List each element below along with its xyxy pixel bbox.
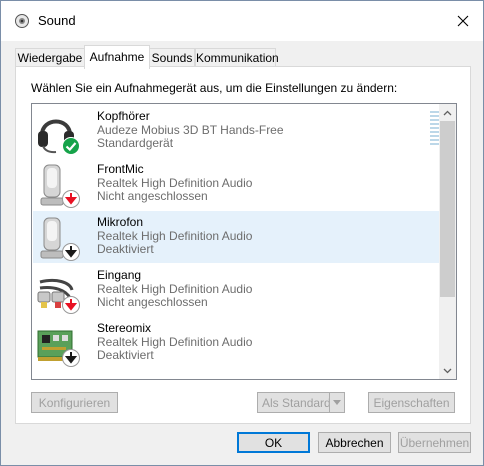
device-description: Realtek High Definition Audio — [97, 335, 253, 349]
device-name: Eingang — [97, 268, 142, 282]
chevron-down-icon — [443, 368, 452, 373]
scroll-thumb[interactable] — [440, 121, 455, 297]
instructions-text: Wählen Sie ein Aufnahmegerät aus, um die… — [31, 81, 398, 95]
tab-sounds[interactable]: Sounds — [149, 48, 195, 68]
speaker-icon — [15, 14, 29, 28]
device-name: FrontMic — [97, 162, 144, 176]
scroll-down-button[interactable] — [439, 362, 456, 379]
device-name: Stereomix — [97, 321, 152, 335]
device-description: Audeze Mobius 3D BT Hands-Free — [97, 123, 284, 137]
list-item[interactable]: Mikrofon Realtek High Definition Audio D… — [33, 211, 439, 263]
device-list[interactable]: Kopfhörer Audeze Mobius 3D BT Hands-Free… — [31, 103, 457, 380]
chevron-up-icon — [443, 110, 452, 115]
device-status: Nicht angeschlossen — [97, 189, 208, 203]
disabled-arrow-icon — [62, 243, 80, 261]
ok-button[interactable]: OK — [237, 432, 310, 453]
set-default-dropdown[interactable] — [329, 393, 344, 412]
device-description: Realtek High Definition Audio — [97, 229, 253, 243]
disabled-arrow-icon — [62, 349, 80, 367]
cancel-button[interactable]: Abbrechen — [318, 432, 391, 453]
check-icon — [62, 137, 80, 155]
set-default-label: Als Standard — [262, 396, 331, 410]
list-item[interactable]: Stereomix Realtek High Definition Audio … — [33, 317, 439, 369]
recording-panel: Wählen Sie ein Aufnahmegerät aus, um die… — [15, 66, 471, 424]
set-default-button[interactable]: Als Standard — [257, 392, 345, 413]
device-name: Kopfhörer — [97, 109, 150, 123]
close-icon — [457, 15, 469, 27]
device-description: Realtek High Definition Audio — [97, 282, 253, 296]
list-item[interactable]: FrontMic Realtek High Definition Audio N… — [33, 158, 439, 210]
scroll-up-button[interactable] — [439, 104, 456, 121]
device-status: Deaktiviert — [97, 348, 154, 362]
properties-button[interactable]: Eigenschaften — [368, 392, 455, 413]
apply-button[interactable]: Übernehmen — [398, 432, 471, 453]
title-bar[interactable]: Sound — [1, 1, 483, 41]
vertical-scrollbar[interactable] — [439, 104, 456, 379]
window-title: Sound — [38, 13, 76, 28]
device-name: Mikrofon — [97, 215, 144, 229]
chevron-down-icon — [333, 400, 341, 405]
unplugged-arrow-icon — [62, 296, 80, 314]
device-status: Deaktiviert — [97, 242, 154, 256]
tab-aufnahme[interactable]: Aufnahme — [84, 45, 150, 69]
sound-dialog: Sound Wiedergabe Aufnahme Sounds Kommuni… — [0, 0, 484, 466]
device-status: Standardgerät — [97, 136, 174, 150]
tab-wiedergabe[interactable]: Wiedergabe — [15, 48, 85, 68]
close-button[interactable] — [443, 1, 483, 41]
tab-kommunikation[interactable]: Kommunikation — [195, 48, 279, 68]
list-item[interactable]: Eingang Realtek High Definition Audio Ni… — [33, 264, 439, 316]
device-description: Realtek High Definition Audio — [97, 176, 253, 190]
unplugged-arrow-icon — [62, 190, 80, 208]
configure-button[interactable]: Konfigurieren — [31, 392, 118, 413]
list-item[interactable]: Kopfhörer Audeze Mobius 3D BT Hands-Free… — [33, 105, 439, 157]
device-status: Nicht angeschlossen — [97, 295, 208, 309]
